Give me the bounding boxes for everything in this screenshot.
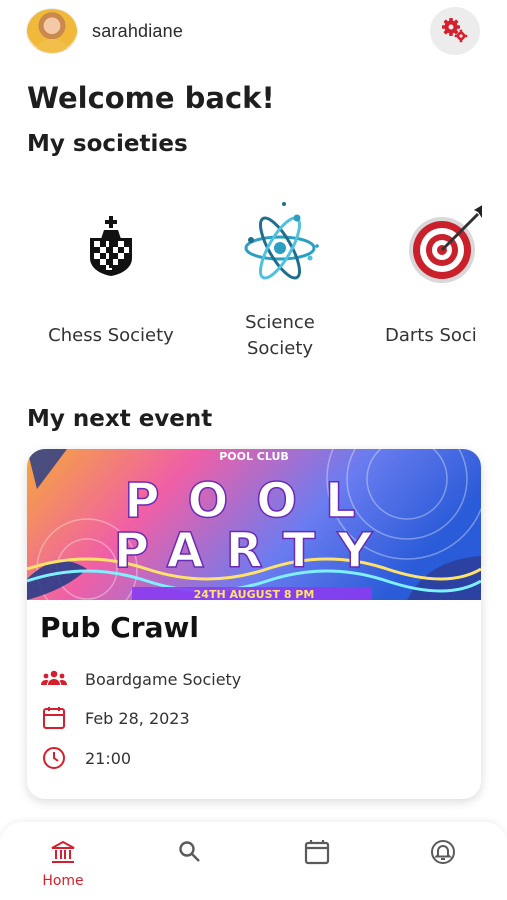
next-event-card[interactable]: POOL CLUB POOL PARTY 24TH AUGUST 8 PM Pu…	[27, 449, 481, 799]
event-society-name: Boardgame Society	[85, 669, 242, 689]
event-society-row: Boardgame Society	[40, 666, 241, 692]
banner-line1: POOL	[124, 473, 383, 529]
nav-home-label: Home	[42, 873, 84, 889]
nav-search[interactable]	[145, 822, 235, 900]
banner-line2: PARTY	[114, 523, 394, 579]
event-title: Pub Crawl	[40, 611, 199, 644]
society-card-science[interactable]: Science Society	[195, 190, 365, 380]
dartboard-icon	[409, 205, 482, 283]
event-date-row: Feb 28, 2023	[40, 705, 190, 731]
banner-footer-text: 24TH AUGUST 8 PM	[194, 588, 315, 600]
clock-icon	[43, 747, 65, 769]
calendar-icon	[304, 840, 330, 865]
event-time: 21:00	[85, 748, 132, 768]
home-icon	[51, 840, 75, 863]
top-bar: sarahdiane	[0, 0, 507, 64]
societies-carousel[interactable]: Chess Society Science Society Darts Soci	[0, 190, 482, 380]
calendar-icon	[43, 707, 65, 729]
society-card-chess[interactable]: Chess Society	[26, 190, 196, 380]
my-societies-heading: My societies	[27, 131, 188, 157]
society-card-darts[interactable]: Darts Soci	[360, 190, 482, 380]
atom-icon	[244, 202, 319, 280]
welcome-heading: Welcome back!	[27, 81, 275, 115]
username: sarahdiane	[92, 21, 184, 41]
notification-icon	[431, 840, 455, 864]
event-date: Feb 28, 2023	[85, 708, 190, 728]
nav-home[interactable]: Home	[18, 822, 108, 900]
my-next-event-heading: My next event	[27, 406, 213, 432]
search-icon	[179, 841, 200, 862]
event-banner-image: POOL CLUB POOL PARTY 24TH AUGUST 8 PM	[27, 449, 481, 600]
nav-calendar[interactable]	[272, 822, 362, 900]
bottom-navigation: Home	[0, 822, 507, 900]
society-name: Science Society	[245, 312, 315, 359]
settings-button[interactable]	[430, 7, 480, 55]
avatar[interactable]	[26, 8, 78, 54]
nav-notifications[interactable]	[398, 822, 488, 900]
gears-icon	[442, 18, 468, 43]
society-name: Darts Soci	[385, 325, 477, 346]
chess-king-icon	[90, 216, 132, 276]
society-name: Chess Society	[48, 325, 174, 346]
event-time-row: 21:00	[40, 745, 131, 771]
banner-club-text: POOL CLUB	[219, 450, 289, 463]
group-icon	[41, 670, 67, 685]
